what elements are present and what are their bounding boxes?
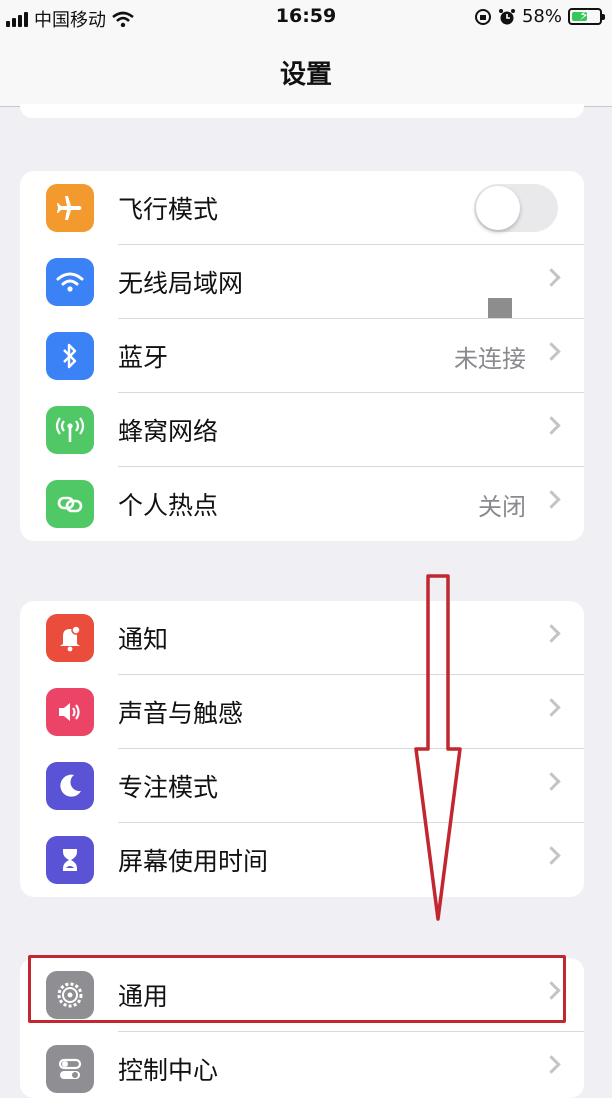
row-notifications[interactable]: 通知 bbox=[20, 601, 584, 675]
settings-group-connectivity: 飞行模式 无线局域网 蓝牙 未连接 蜂窝网络 个人热点 关闭 bbox=[20, 171, 584, 541]
row-bluetooth[interactable]: 蓝牙 未连接 bbox=[20, 319, 584, 393]
wifi-icon bbox=[46, 258, 94, 306]
airplane-icon bbox=[46, 184, 94, 232]
hotspot-icon bbox=[46, 480, 94, 528]
row-screen-time[interactable]: 屏幕使用时间 bbox=[20, 823, 584, 897]
row-label: 控制中心 bbox=[118, 1056, 219, 1085]
chevron-right-icon bbox=[542, 268, 561, 287]
row-label: 飞行模式 bbox=[118, 195, 219, 224]
control-center-icon bbox=[46, 1045, 94, 1093]
chevron-right-icon bbox=[542, 342, 561, 361]
row-label: 无线局域网 bbox=[118, 269, 244, 298]
chevron-right-icon bbox=[542, 698, 561, 717]
bluetooth-icon bbox=[46, 332, 94, 380]
status-bar: 中国移动 16:59 58% ⚡ bbox=[0, 0, 612, 36]
notification-bell-icon bbox=[46, 614, 94, 662]
settings-group-notifications: 通知 声音与触感 专注模式 屏幕使用时间 bbox=[20, 601, 584, 897]
row-label: 个人热点 bbox=[118, 491, 219, 520]
battery-percent: 58% bbox=[521, 6, 562, 27]
moon-icon bbox=[46, 762, 94, 810]
speaker-icon bbox=[46, 688, 94, 736]
battery-charging-icon: ⚡ bbox=[568, 8, 605, 25]
orientation-lock-icon bbox=[474, 8, 491, 25]
row-label: 蜂窝网络 bbox=[118, 417, 219, 446]
chevron-right-icon bbox=[542, 490, 561, 509]
chevron-right-icon bbox=[542, 1055, 561, 1074]
row-label: 声音与触感 bbox=[118, 699, 244, 728]
redaction-block bbox=[488, 298, 512, 318]
row-label: 蓝牙 bbox=[118, 343, 169, 372]
row-value: 关闭 bbox=[478, 492, 526, 521]
chevron-right-icon bbox=[542, 846, 561, 865]
chevron-right-icon bbox=[542, 772, 561, 791]
status-right: 58% ⚡ bbox=[474, 6, 605, 27]
chevron-right-icon bbox=[542, 416, 561, 435]
row-airplane-mode[interactable]: 飞行模式 bbox=[20, 171, 584, 245]
airplane-mode-toggle[interactable] bbox=[474, 184, 558, 232]
alarm-icon bbox=[498, 8, 515, 24]
top-group-edge bbox=[20, 104, 584, 118]
cellular-icon bbox=[46, 406, 94, 454]
nav-bar: 设置 bbox=[0, 36, 612, 107]
row-sounds-haptics[interactable]: 声音与触感 bbox=[20, 675, 584, 749]
row-focus[interactable]: 专注模式 bbox=[20, 749, 584, 823]
row-label: 屏幕使用时间 bbox=[118, 847, 269, 876]
row-hotspot[interactable]: 个人热点 关闭 bbox=[20, 467, 584, 541]
hourglass-icon bbox=[46, 836, 94, 884]
annotation-arrow bbox=[414, 574, 462, 921]
annotation-highlight-box bbox=[28, 955, 566, 1023]
page-title: 设置 bbox=[279, 60, 332, 90]
chevron-right-icon bbox=[542, 624, 561, 643]
row-control-center[interactable]: 控制中心 bbox=[20, 1032, 584, 1098]
row-label: 通知 bbox=[118, 625, 169, 654]
row-label: 专注模式 bbox=[118, 773, 219, 802]
row-cellular[interactable]: 蜂窝网络 bbox=[20, 393, 584, 467]
row-value: 未连接 bbox=[454, 344, 526, 373]
